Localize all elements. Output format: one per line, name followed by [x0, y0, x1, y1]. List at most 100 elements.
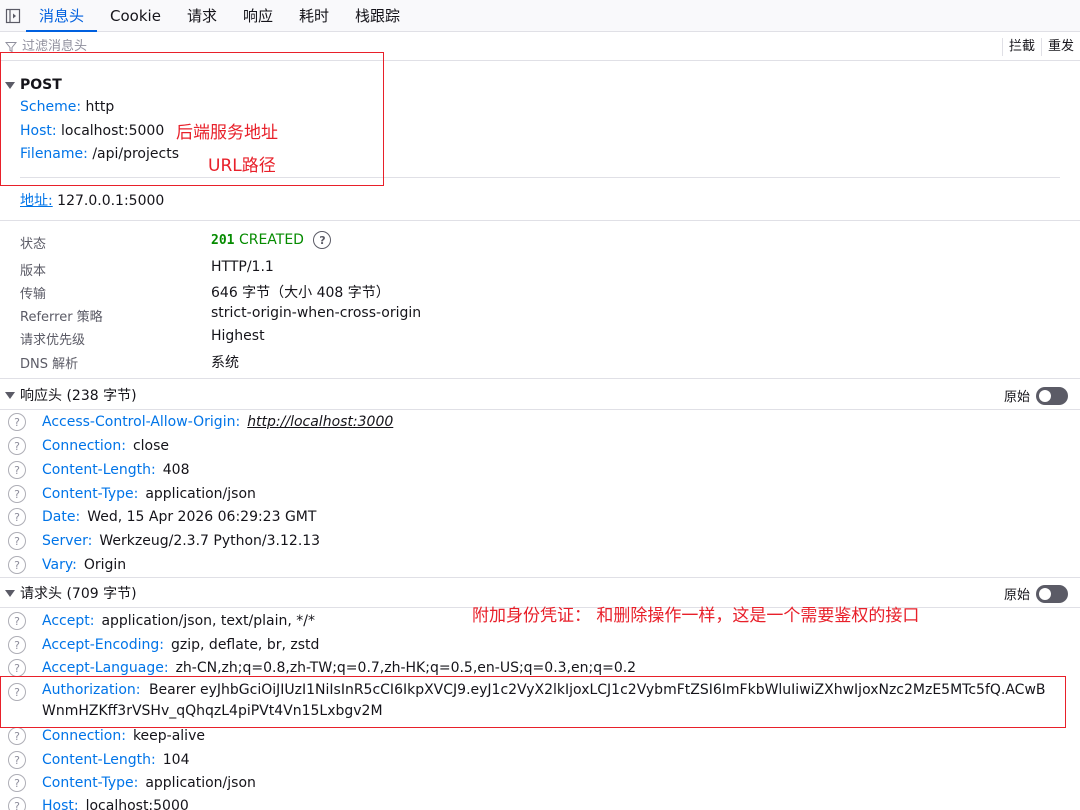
help-icon[interactable]: ?	[8, 751, 26, 769]
dns-label: DNS 解析	[20, 357, 79, 372]
response-raw-toggle-group: 原始	[1004, 386, 1068, 405]
header-value: application/json	[145, 486, 256, 502]
request-raw-label: 原始	[1003, 588, 1030, 603]
header-value: 104	[162, 752, 190, 768]
header-name: Date:	[42, 509, 81, 525]
response-headers-title: 响应头 (238 字节)	[20, 388, 137, 404]
help-icon[interactable]: ?	[8, 636, 26, 654]
header-value: Origin	[83, 557, 127, 573]
header-value: application/json	[145, 775, 256, 791]
request-header-row: ? Host: localhost:5000	[0, 794, 1080, 810]
header-value: zh-CN,zh;q=0.8,zh-TW;q=0.7,zh-HK;q=0.5,e…	[175, 660, 637, 676]
response-headers-divider	[0, 378, 1080, 379]
help-icon[interactable]: ?	[8, 437, 26, 455]
response-header-row: ? Date: Wed, 15 Apr 2026 06:29:23 GMT	[0, 505, 1080, 529]
header-value-link[interactable]: http://localhost:3000	[247, 414, 393, 430]
help-icon[interactable]: ?	[8, 727, 26, 745]
header-name: Accept:	[42, 613, 95, 629]
header-name: Content-Length:	[42, 752, 156, 768]
help-icon[interactable]: ?	[8, 508, 26, 526]
request-raw-toggle[interactable]	[1036, 584, 1068, 603]
request-header-row: ? Accept-Encoding: gzip, deflate, br, zs…	[0, 633, 1080, 657]
tab-request[interactable]: 请求	[174, 0, 230, 31]
address-row: 地址: 127.0.0.1:5000	[20, 190, 164, 210]
status-text: CREATED	[238, 232, 304, 248]
response-header-row: ? Access-Control-Allow-Origin: http://lo…	[0, 410, 1080, 434]
header-name: Content-Type:	[42, 775, 139, 791]
summary-top-divider	[0, 220, 1080, 221]
tab-headers[interactable]: 消息头	[26, 0, 98, 32]
header-value: Wed, 15 Apr 2026 06:29:23 GMT	[87, 509, 317, 525]
help-icon[interactable]: ?	[8, 774, 26, 792]
status-help-icon[interactable]: ?	[313, 231, 332, 249]
tab-stack-trace[interactable]: 栈跟踪	[342, 0, 413, 31]
version-value: HTTP/1.1	[211, 259, 274, 275]
header-name: Vary:	[42, 557, 77, 573]
request-headers-title: 请求头 (709 字节)	[20, 586, 137, 602]
header-name: Connection:	[42, 728, 126, 744]
block-button[interactable]: 拦截	[1001, 38, 1041, 56]
status-value: 201 CREATED ?	[211, 231, 332, 249]
sidebar-toggle-icon	[5, 8, 21, 23]
header-name: Access-Control-Allow-Origin:	[42, 414, 241, 430]
tab-response[interactable]: 响应	[230, 0, 286, 31]
response-header-row: ? Content-Type: application/json	[0, 482, 1080, 506]
annotation-backend-address: 后端服务地址	[176, 123, 278, 143]
header-name: Content-Type:	[42, 486, 139, 502]
help-icon[interactable]: ?	[8, 532, 26, 550]
response-header-row: ? Content-Length: 408	[0, 458, 1080, 482]
header-value: keep-alive	[132, 728, 205, 744]
referrer-value: strict-origin-when-cross-origin	[211, 305, 422, 321]
header-value: localhost:5000	[85, 798, 189, 810]
priority-value: Highest	[211, 328, 265, 344]
help-icon[interactable]: ?	[8, 612, 26, 630]
resend-button[interactable]: 重发	[1040, 38, 1080, 56]
expand-triangle-icon	[0, 589, 20, 597]
header-value: close	[132, 438, 169, 454]
request-header-row: ? Content-Length: 104	[0, 748, 1080, 772]
header-value: gzip, deflate, br, zstd	[171, 637, 320, 653]
annotation-box-authorization	[0, 676, 1066, 728]
transfer-label: 传输	[20, 287, 47, 302]
status-label: 状态	[20, 237, 47, 252]
request-raw-toggle-group: 原始	[1004, 584, 1068, 603]
help-icon[interactable]: ?	[8, 461, 26, 479]
transfer-value: 646 字节（大小 408 字节）	[211, 285, 390, 301]
filter-icon	[0, 41, 22, 53]
response-raw-label: 原始	[1003, 390, 1030, 405]
tab-bar: 消息头 Cookie 请求 响应 耗时 栈跟踪	[0, 0, 1080, 32]
sidebar-toggle-button[interactable]	[0, 0, 26, 31]
help-icon[interactable]: ?	[8, 659, 26, 677]
request-header-row: ? Content-Type: application/json	[0, 771, 1080, 795]
header-name: Content-Length:	[42, 462, 156, 478]
status-code: 201	[211, 233, 235, 248]
header-name: Connection:	[42, 438, 126, 454]
response-header-row: ? Vary: Origin	[0, 553, 1080, 577]
header-name: Accept-Language:	[42, 660, 169, 676]
help-icon[interactable]: ?	[8, 485, 26, 503]
dns-value: 系统	[211, 355, 239, 371]
header-value: 408	[162, 462, 190, 478]
header-name: Host:	[42, 798, 79, 810]
priority-label: 请求优先级	[20, 333, 86, 348]
address-label: 地址:	[20, 193, 53, 209]
tab-cookies[interactable]: Cookie	[97, 0, 174, 31]
response-header-row: ? Connection: close	[0, 434, 1080, 458]
version-label: 版本	[20, 264, 47, 279]
address-value: 127.0.0.1:5000	[57, 193, 165, 209]
help-icon[interactable]: ?	[8, 413, 26, 431]
help-icon[interactable]: ?	[8, 797, 26, 810]
header-value: application/json, text/plain, */*	[101, 613, 315, 629]
annotation-auth-note: 附加身份凭证： 和删除操作一样，这是一个需要鉴权的接口	[472, 606, 920, 626]
annotation-url-path: URL路径	[208, 156, 276, 176]
header-name: Accept-Encoding:	[42, 637, 165, 653]
response-raw-toggle[interactable]	[1036, 386, 1068, 405]
help-icon[interactable]: ?	[8, 556, 26, 574]
expand-triangle-icon	[0, 391, 20, 399]
response-headers-section-head[interactable]: 响应头 (238 字节) 原始	[0, 380, 1080, 410]
referrer-label: Referrer 策略	[20, 310, 103, 325]
header-value: Werkzeug/2.3.7 Python/3.12.13	[99, 533, 321, 549]
header-name: Server:	[42, 533, 93, 549]
scrollbar[interactable]	[1072, 62, 1080, 810]
tab-timings[interactable]: 耗时	[286, 0, 342, 31]
